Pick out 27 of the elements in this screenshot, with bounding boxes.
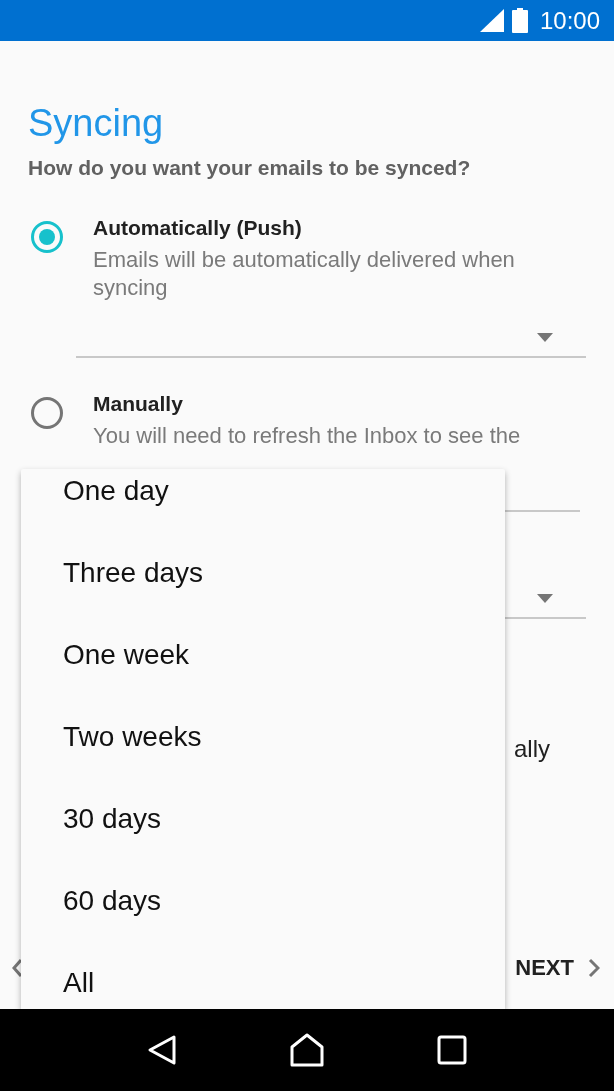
menu-item[interactable]: All	[21, 942, 505, 1009]
menu-item[interactable]: One week	[21, 614, 505, 696]
dropdown-arrow-icon[interactable]	[537, 332, 553, 342]
option-description: You will need to refresh the Inbox to see the	[93, 422, 522, 450]
question-text: How do you want your emails to be synced?	[28, 155, 472, 181]
menu-item[interactable]: Three days	[21, 532, 505, 614]
menu-item[interactable]: 30 days	[21, 778, 505, 860]
radio-button[interactable]	[31, 397, 63, 429]
clock-time: 10:00	[539, 6, 600, 35]
radio-button[interactable]	[31, 221, 63, 253]
option-label: Automatically (Push)	[93, 215, 302, 241]
chevron-left-icon[interactable]	[12, 959, 22, 977]
back-icon[interactable]	[146, 1034, 177, 1066]
next-button[interactable]: NEXT	[515, 955, 600, 981]
signal-icon	[479, 9, 504, 32]
menu-item[interactable]: One day	[21, 469, 505, 532]
home-icon[interactable]	[290, 1033, 324, 1067]
option-label: Manually	[93, 391, 183, 417]
menu-item[interactable]: Two weeks	[21, 696, 505, 778]
recent-apps-icon[interactable]	[437, 1035, 468, 1065]
battery-icon	[511, 8, 528, 33]
dropdown-arrow-icon[interactable]	[537, 593, 553, 603]
chevron-right-icon	[588, 958, 600, 978]
option-description: Emails will be automatically delivered when syncing	[93, 246, 516, 302]
menu-item[interactable]: 60 days	[21, 860, 505, 942]
option-label: ally	[514, 735, 550, 763]
page-title: Syncing	[28, 101, 165, 145]
